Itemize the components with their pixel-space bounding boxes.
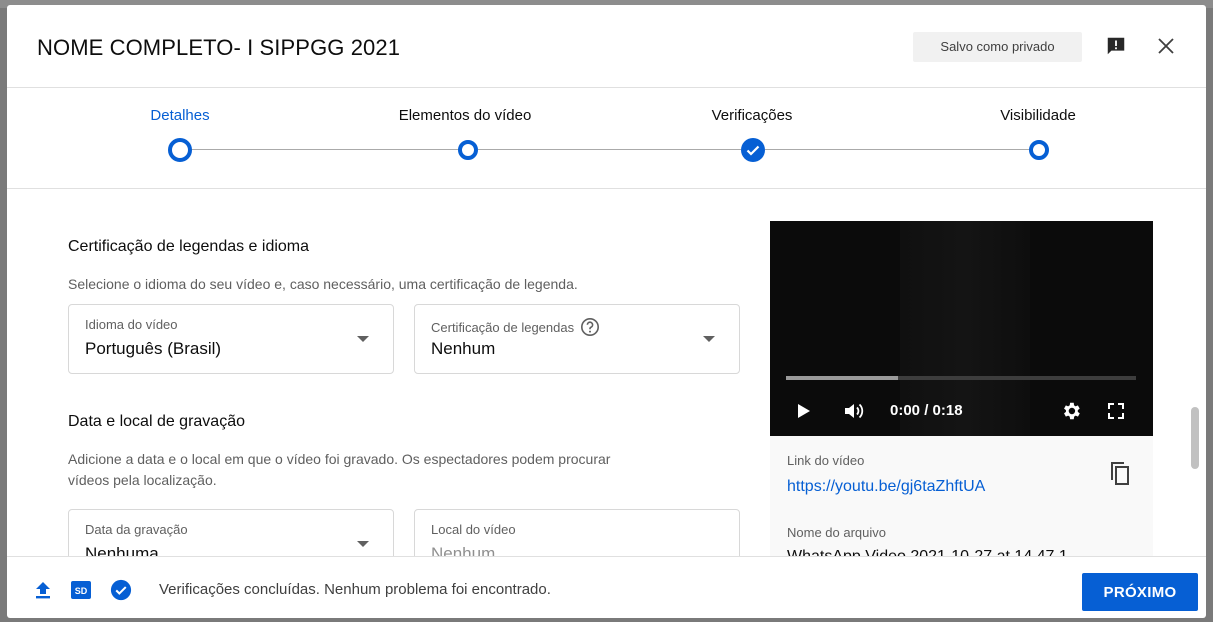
dialog-footer: SD Verificações concluídas. Nenhum probl… <box>7 557 1206 618</box>
video-location-input[interactable]: Local do vídeo Nenhum <box>414 509 740 556</box>
video-filename: WhatsApp Video 2021-10-27 at 14.47.1 <box>787 548 1068 556</box>
close-icon <box>1158 38 1174 54</box>
sd-status-button[interactable]: SD <box>70 579 92 601</box>
step-verificacoes-dot[interactable] <box>741 138 765 162</box>
field-label: Certificação de legendas <box>431 317 600 337</box>
buffer-fill <box>786 376 898 380</box>
step-elementos[interactable]: Elementos do vídeo <box>365 88 565 127</box>
video-progress-bar[interactable] <box>786 376 1136 380</box>
gear-icon <box>1064 402 1080 420</box>
field-label: Local do vídeo <box>431 522 516 537</box>
field-placeholder: Nenhum <box>431 544 496 556</box>
field-value: Português (Brasil) <box>85 339 222 358</box>
language-section-description: Selecione o idioma do seu vídeo e, caso … <box>68 276 578 292</box>
filename-label: Nome do arquivo <box>787 525 886 540</box>
video-preview-card: 0:00 / 0:18 Link do vídeo https://youtu.… <box>770 221 1153 556</box>
dropdown-arrow-icon <box>357 336 369 342</box>
video-link-label: Link do vídeo <box>787 453 865 468</box>
stepper-line <box>765 149 1031 150</box>
field-label: Data da gravação <box>85 522 188 537</box>
upload-stepper: Detalhes Elementos do vídeo Verificações… <box>7 88 1206 188</box>
step-label: Elementos do vídeo <box>398 107 532 124</box>
step-detalhes[interactable]: Detalhes <box>80 88 280 127</box>
details-scroll-area[interactable]: Certificação de legendas e idioma Seleci… <box>7 189 1206 556</box>
svg-text:SD: SD <box>75 586 88 596</box>
close-button[interactable] <box>1152 32 1180 60</box>
help-icon[interactable] <box>580 317 600 337</box>
step-label: Verificações <box>711 107 793 124</box>
saved-status-badge: Salvo como privado <box>913 32 1082 62</box>
play-icon <box>798 404 810 418</box>
step-label: Detalhes <box>150 107 210 124</box>
video-language-select[interactable]: Idioma do vídeo Português (Brasil) <box>68 304 394 374</box>
video-time: 0:00 / 0:18 <box>890 402 963 419</box>
upload-status-button[interactable] <box>32 579 54 601</box>
field-value: Nenhuma <box>85 544 159 556</box>
sd-icon: SD <box>71 581 91 599</box>
copy-link-button[interactable] <box>1105 458 1135 488</box>
field-label: Idioma do vídeo <box>85 317 178 332</box>
upload-icon <box>36 582 50 599</box>
step-visibilidade-dot[interactable] <box>1029 140 1049 160</box>
upload-dialog: NOME COMPLETO- I SIPPGG 2021 Salvo como … <box>7 5 1206 618</box>
dropdown-arrow-icon <box>357 541 369 547</box>
stepper-line <box>189 149 462 150</box>
recording-date-select[interactable]: Data da gravação Nenhuma <box>68 509 394 556</box>
field-value: Nenhum <box>431 339 496 358</box>
settings-button[interactable] <box>1060 396 1082 426</box>
feedback-icon <box>1107 37 1125 55</box>
next-button[interactable]: PRÓXIMO <box>1082 573 1198 611</box>
footer-status-text: Verificações concluídas. Nenhum problema… <box>159 581 551 598</box>
scrollbar[interactable] <box>1187 189 1201 556</box>
video-player[interactable]: 0:00 / 0:18 <box>770 221 1153 436</box>
caption-certification-select[interactable]: Certificação de legendas Nenhum <box>414 304 740 374</box>
checks-status-button[interactable] <box>110 579 132 601</box>
fullscreen-icon <box>1108 403 1124 419</box>
copy-icon <box>1111 462 1129 485</box>
recording-section-title: Data e local de gravação <box>68 413 245 430</box>
fullscreen-button[interactable] <box>1106 396 1126 426</box>
step-verificacoes[interactable]: Verificações <box>652 88 852 127</box>
language-section-title: Certificação de legendas e idioma <box>68 238 310 255</box>
volume-button[interactable] <box>843 396 867 426</box>
step-visibilidade[interactable]: Visibilidade <box>938 88 1138 127</box>
check-icon <box>746 145 760 156</box>
volume-icon <box>845 403 864 419</box>
dialog-header: NOME COMPLETO- I SIPPGG 2021 Salvo como … <box>7 5 1206 87</box>
recording-section-description: Adicione a data e o local em que o vídeo… <box>68 451 611 488</box>
video-link[interactable]: https://youtu.be/gj6taZhftUA <box>787 478 985 496</box>
check-circle-icon <box>110 579 132 601</box>
step-detalhes-dot[interactable] <box>168 138 192 162</box>
step-elementos-dot[interactable] <box>458 140 478 160</box>
feedback-button[interactable] <box>1103 33 1129 59</box>
scrollbar-thumb[interactable] <box>1191 407 1199 469</box>
play-button[interactable] <box>796 396 812 426</box>
step-label: Visibilidade <box>1000 107 1076 124</box>
dropdown-arrow-icon <box>703 336 715 342</box>
dialog-title: NOME COMPLETO- I SIPPGG 2021 <box>37 35 401 60</box>
stepper-line <box>478 149 741 150</box>
